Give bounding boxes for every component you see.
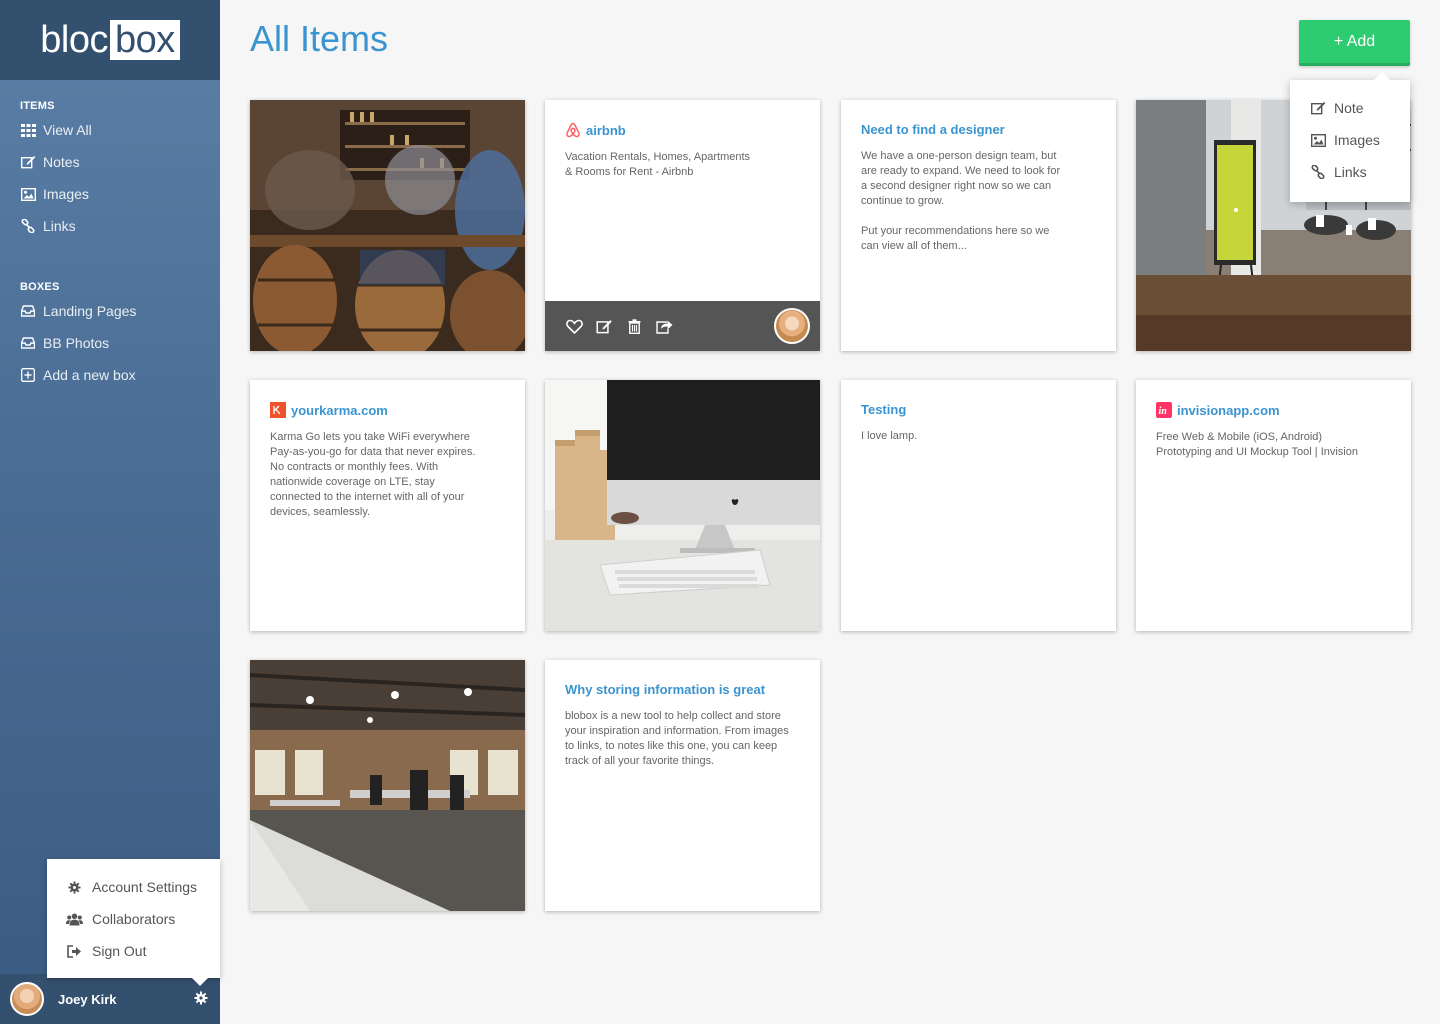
sidebar-item-label: Images	[43, 186, 89, 202]
account-menu-label: Collaborators	[92, 911, 176, 927]
card-description: We have a one-person design team, but ar…	[861, 150, 1061, 252]
airbnb-logo-icon	[565, 122, 581, 138]
menu-arrow	[192, 978, 208, 986]
inbox-icon	[20, 303, 36, 319]
logo[interactable]: bloc box	[40, 19, 180, 62]
sidebar-item-bb-photos[interactable]: BB Photos	[20, 327, 220, 359]
account-menu: Account Settings Collaborators Sign Out	[47, 859, 220, 986]
sidebar-item-add-box[interactable]: Add a new box	[20, 359, 220, 391]
invision-logo-icon: in	[1156, 402, 1172, 418]
link-icon	[1310, 164, 1326, 180]
sidebar-item-landing-pages[interactable]: Landing Pages	[20, 295, 220, 327]
boxes-section: BOXES Landing Pages BB Photos Add a new …	[0, 281, 220, 391]
trash-icon[interactable]	[625, 317, 643, 335]
user-name: Joey Kirk	[58, 991, 117, 1007]
heart-icon[interactable]	[565, 317, 583, 335]
logo-text-bloc: bloc	[40, 18, 108, 61]
card-title[interactable]: Why storing information is great	[565, 682, 800, 697]
items-section: ITEMS View All Notes Images Links	[0, 100, 220, 242]
link-card-invision[interactable]: in invisionapp.com Free Web & Mobile (iO…	[1136, 380, 1411, 631]
add-links-item[interactable]: Links	[1290, 156, 1410, 188]
plus-square-icon	[20, 367, 36, 383]
add-menu-label: Links	[1334, 164, 1367, 180]
sign-out-icon	[65, 943, 83, 959]
card-title[interactable]: yourkarma.com	[270, 402, 505, 418]
add-note-item[interactable]: Note	[1290, 92, 1410, 124]
add-images-item[interactable]: Images	[1290, 124, 1410, 156]
card-title-text: invisionapp.com	[1177, 402, 1280, 418]
add-button[interactable]: + Add	[1299, 20, 1410, 66]
sidebar-item-label: Add a new box	[43, 367, 136, 383]
loft-photo	[250, 660, 525, 911]
grid-icon	[20, 122, 36, 138]
card-title-text: Testing	[861, 402, 907, 417]
users-icon	[65, 911, 83, 927]
card-title-text: yourkarma.com	[291, 402, 388, 418]
sidebar-item-links[interactable]: Links	[20, 210, 220, 242]
edit-icon[interactable]	[595, 317, 613, 335]
card-toolbar	[545, 301, 820, 351]
link-icon	[20, 218, 36, 234]
image-card-bar[interactable]	[250, 100, 525, 351]
note-card-testing[interactable]: Testing I love lamp.	[841, 380, 1116, 631]
card-description: I love lamp.	[861, 430, 918, 442]
share-icon[interactable]	[655, 317, 673, 335]
inbox-icon	[20, 335, 36, 351]
add-menu-label: Images	[1334, 132, 1380, 148]
logo-text-box: box	[109, 20, 180, 60]
avatar[interactable]	[774, 308, 810, 344]
card-description: Free Web & Mobile (iOS, Android) Prototy…	[1156, 431, 1358, 458]
card-title-text: Need to find a designer	[861, 122, 1005, 137]
edit-icon	[1310, 100, 1326, 116]
add-menu-label: Note	[1334, 100, 1364, 116]
card-description: Vacation Rentals, Homes, Apartments & Ro…	[565, 151, 751, 178]
image-icon	[20, 186, 36, 202]
imac-photo	[545, 380, 820, 631]
image-card-imac[interactable]	[545, 380, 820, 631]
card-title[interactable]: in invisionapp.com	[1156, 402, 1391, 418]
card-title-text: Why storing information is great	[565, 682, 766, 697]
sidebar-item-notes[interactable]: Notes	[20, 146, 220, 178]
note-card-designer[interactable]: Need to find a designer We have a one-pe…	[841, 100, 1116, 351]
card-description: Karma Go lets you take WiFi everywhere P…	[270, 431, 476, 518]
card-title[interactable]: Testing	[861, 402, 1096, 417]
sidebar-item-view-all[interactable]: View All	[20, 114, 220, 146]
edit-icon	[20, 154, 36, 170]
logo-bar: bloc box	[0, 0, 220, 80]
sign-out-item[interactable]: Sign Out	[47, 935, 220, 967]
sidebar-item-label: BB Photos	[43, 335, 110, 351]
card-title[interactable]: Need to find a designer	[861, 122, 1096, 137]
bar-photo	[250, 100, 525, 351]
karma-logo-icon	[270, 402, 286, 418]
note-card-storing[interactable]: Why storing information is great blobox …	[545, 660, 820, 911]
card-title[interactable]: airbnb	[565, 122, 800, 138]
items-heading: ITEMS	[20, 100, 55, 112]
link-card-yourkarma[interactable]: yourkarma.com Karma Go lets you take WiF…	[250, 380, 525, 631]
collaborators-item[interactable]: Collaborators	[47, 903, 220, 935]
sidebar-item-label: Notes	[43, 154, 80, 170]
card-title-text: airbnb	[586, 122, 626, 138]
card-description: blobox is a new tool to help collect and…	[565, 710, 789, 767]
image-icon	[1310, 132, 1326, 148]
account-menu-label: Account Settings	[92, 879, 198, 895]
avatar[interactable]	[10, 982, 44, 1016]
sidebar-item-label: Links	[43, 218, 76, 234]
boxes-heading: BOXES	[20, 281, 60, 293]
user-bar: Joey Kirk	[0, 974, 220, 1024]
link-card-airbnb[interactable]: airbnb Vacation Rentals, Homes, Apartmen…	[545, 100, 820, 351]
sidebar-item-label: Landing Pages	[43, 303, 137, 319]
gear-icon[interactable]	[194, 991, 210, 1007]
account-menu-label: Sign Out	[92, 943, 147, 959]
sidebar-item-images[interactable]: Images	[20, 178, 220, 210]
svg-text:in: in	[1159, 406, 1168, 417]
gear-icon	[65, 879, 83, 895]
account-settings-item[interactable]: Account Settings	[47, 871, 220, 903]
sidebar-item-label: View All	[43, 122, 92, 138]
page-title: All Items	[250, 18, 389, 59]
add-menu: Note Images Links	[1290, 72, 1410, 202]
image-card-loft[interactable]	[250, 660, 525, 911]
